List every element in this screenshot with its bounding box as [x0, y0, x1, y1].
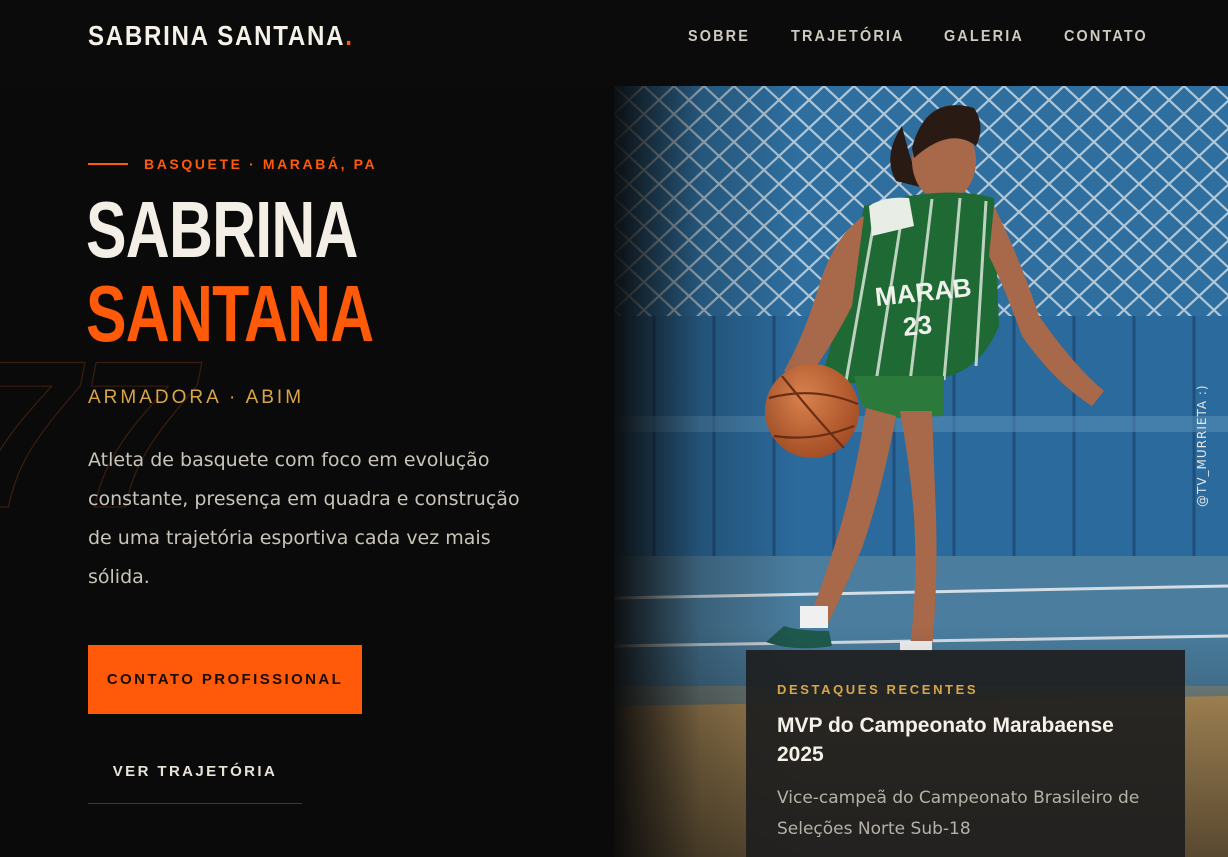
highlights-description: Vice-campeã do Campeonato Brasileiro de …	[777, 788, 1140, 839]
hero-last-name: SANTANA	[86, 269, 374, 358]
nav-link-sobre[interactable]: SOBRE	[688, 28, 750, 46]
eyebrow-line	[88, 163, 128, 165]
hero-title: SABRINA SANTANA	[86, 190, 464, 354]
nav-link-contato[interactable]: CONTATO	[1064, 28, 1148, 46]
hero-eyebrow: BASQUETE · MARABÁ, PA	[88, 156, 377, 172]
photo-credit: @TV_MURRIETA :)	[1195, 384, 1209, 507]
eyebrow-text: BASQUETE · MARABÁ, PA	[144, 156, 378, 172]
main-nav: SOBRE TRAJETÓRIA GALERIA CONTATO	[0, 28, 1228, 52]
nav-link-trajetoria[interactable]: TRAJETÓRIA	[791, 28, 905, 46]
highlights-label: DESTAQUES RECENTES	[777, 682, 979, 697]
highlights-card: DESTAQUES RECENTES MVP do Campeonato Mar…	[746, 650, 1185, 857]
hero-first-name: SABRINA	[86, 185, 358, 274]
hero-bio: Atleta de basquete com foco em evolução …	[88, 449, 520, 588]
highlights-title: MVP do Campeonato Marabaense 2025	[777, 714, 1114, 766]
nav-link-galeria[interactable]: GALERIA	[944, 28, 1024, 46]
site-header: SABRINA SANTANA. SOBRE TRAJETÓRIA GALERI…	[0, 0, 1228, 86]
contact-professional-button[interactable]: CONTATO PROFISSIONAL	[88, 645, 362, 714]
hero-role: ARMADORA · ABIM	[88, 387, 305, 408]
view-trajectory-button[interactable]: VER TRAJETÓRIA	[88, 740, 302, 804]
